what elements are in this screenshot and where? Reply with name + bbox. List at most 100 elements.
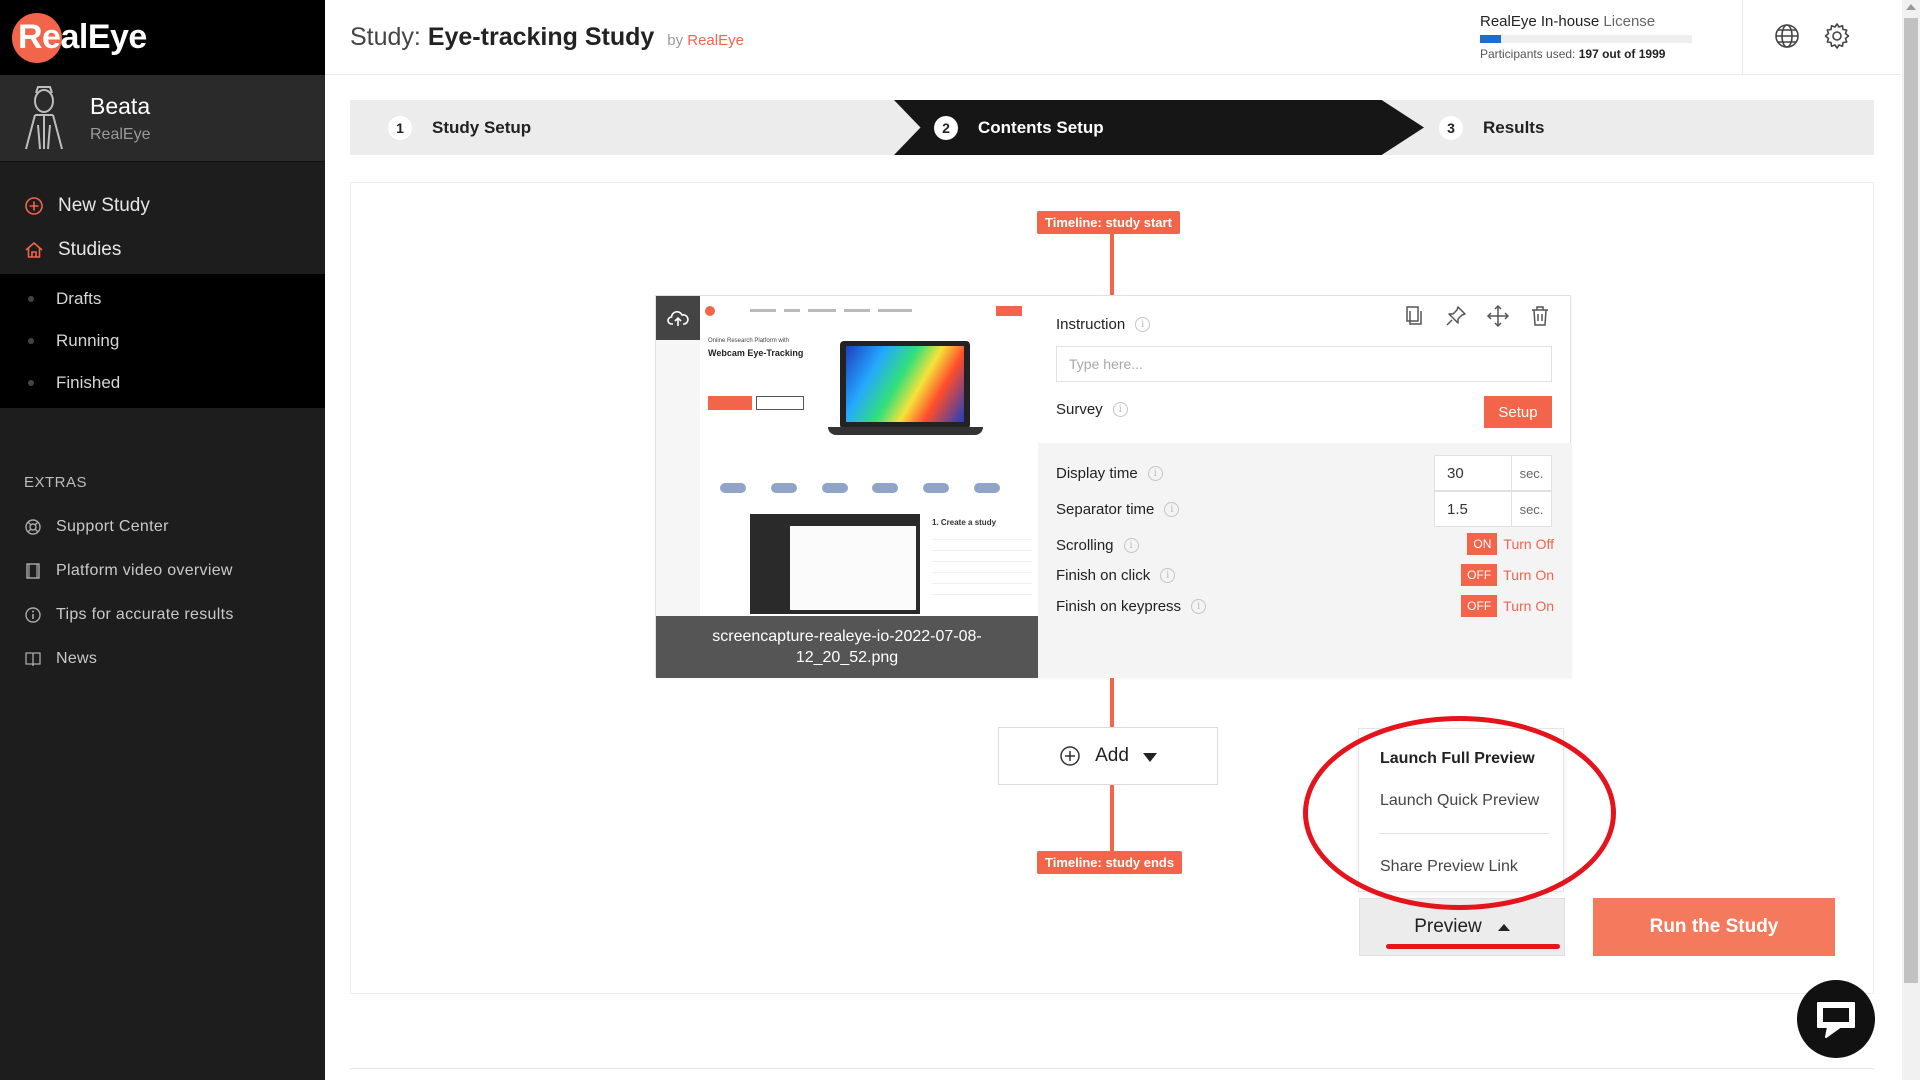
mock-list-row: [932, 542, 1032, 551]
license-title: RealEye In-house License: [1480, 13, 1695, 30]
step-study-setup[interactable]: 1 Study Setup: [388, 100, 531, 155]
sidebar-item-running[interactable]: Running: [0, 320, 325, 362]
timeline-end-tag: Timeline: study ends: [1037, 851, 1183, 874]
info-icon[interactable]: i: [1160, 568, 1176, 583]
menu-item-launch-full-preview[interactable]: Launch Full Preview: [1380, 750, 1535, 768]
mock-laptop: [840, 341, 970, 429]
move-icon[interactable]: [1486, 304, 1510, 328]
timeline-connector: [1110, 785, 1114, 851]
sidebar-item-finished[interactable]: Finished: [0, 362, 325, 404]
extra-support-center[interactable]: Support Center: [0, 505, 325, 549]
book-icon: [24, 650, 42, 668]
nav-new-study-label: New Study: [58, 195, 150, 216]
info-icon[interactable]: i: [1147, 466, 1163, 481]
top-header: Study: Eye-tracking Study by RealEye Rea…: [325, 0, 1900, 75]
sidebar-item-label: Finished: [56, 373, 121, 392]
finish-keypress-toggle[interactable]: OFF Turn On: [1461, 595, 1554, 617]
mock-list-title: 1. Create a study: [932, 518, 997, 527]
content-thumbnail[interactable]: Online Research Platform with Webcam Eye…: [656, 296, 1038, 678]
mock-logo: [923, 483, 950, 493]
preview-button[interactable]: Preview: [1359, 898, 1565, 956]
header-divider: [1742, 0, 1743, 75]
display-time-input[interactable]: [1434, 455, 1512, 491]
extra-tips[interactable]: Tips for accurate results: [0, 593, 325, 637]
info-icon[interactable]: i: [1123, 538, 1139, 553]
content-filename: screencapture-realeye-io-2022-07-08-12_2…: [656, 616, 1038, 678]
step-number: 2: [934, 115, 958, 140]
page-bottom-divider: [350, 1068, 1874, 1069]
separator-time-input[interactable]: [1434, 491, 1512, 527]
page-scrollbar[interactable]: [1902, 0, 1920, 1080]
step-contents-setup[interactable]: 2 Contents Setup: [934, 100, 1104, 155]
cloud-upload-icon[interactable]: [656, 296, 700, 340]
extra-news[interactable]: News: [0, 637, 325, 681]
step-label: Contents Setup: [978, 117, 1104, 137]
display-time-label: Display time i: [1056, 465, 1163, 482]
scrolling-label: Scrolling i: [1056, 537, 1139, 554]
nav-studies[interactable]: Studies: [0, 228, 325, 272]
scrollbar-thumb[interactable]: [1904, 18, 1918, 983]
separator-time-label: Separator time i: [1056, 501, 1180, 518]
toggle-action[interactable]: Turn Off: [1503, 536, 1554, 552]
license-word: License: [1603, 13, 1656, 30]
mock-list-row: [932, 586, 1032, 595]
mock-laptop-base: [828, 427, 983, 435]
toggle-action[interactable]: Turn On: [1503, 567, 1554, 583]
finish-click-label: Finish on click i: [1056, 567, 1176, 584]
scrolling-toggle[interactable]: ON Turn Off: [1467, 533, 1554, 555]
run-study-button[interactable]: Run the Study: [1593, 898, 1835, 956]
add-content-button[interactable]: Add: [998, 727, 1218, 785]
info-icon[interactable]: i: [1164, 502, 1180, 517]
trash-icon[interactable]: [1528, 304, 1552, 328]
step-results[interactable]: 3 Results: [1439, 100, 1544, 155]
toggle-state: ON: [1467, 533, 1498, 555]
copy-icon[interactable]: [1402, 304, 1426, 328]
mock-app-panel: [790, 526, 916, 610]
realeye-logo[interactable]: RealEye: [12, 11, 147, 65]
sidebar-item-label: Running: [56, 331, 120, 350]
license-info: RealEye In-house License Participants us…: [1480, 13, 1695, 61]
chat-support-button[interactable]: [1797, 980, 1875, 1058]
mock-list-row: [932, 531, 1032, 540]
extras-list: Support Center Platform video overview T…: [0, 505, 325, 681]
menu-item-share-preview-link[interactable]: Share Preview Link: [1380, 858, 1518, 876]
participants-value: 197 out of 1999: [1578, 47, 1666, 61]
finish-click-toggle[interactable]: OFF Turn On: [1461, 564, 1554, 586]
scroll-up-arrow-icon[interactable]: [1906, 4, 1916, 10]
toggle-action[interactable]: Turn On: [1503, 598, 1554, 614]
mock-subheading: Online Research Platform with: [708, 338, 790, 344]
globe-icon[interactable]: [1773, 22, 1801, 50]
study-name[interactable]: Eye-tracking Study: [428, 23, 654, 51]
preview-label: Preview: [1414, 916, 1482, 937]
info-icon[interactable]: i: [1135, 317, 1151, 332]
sidebar-item-drafts[interactable]: Drafts: [0, 278, 325, 320]
preview-dropdown-menu: Launch Full Preview Launch Quick Preview…: [1358, 728, 1564, 892]
extra-platform-video[interactable]: Platform video overview: [0, 549, 325, 593]
studies-sublist: Drafts Running Finished: [0, 274, 325, 408]
nav-new-study[interactable]: New Study: [0, 184, 325, 228]
license-usage-fill: [1480, 35, 1501, 43]
user-avatar-icon: [25, 86, 63, 150]
participants-label: Participants used:: [1480, 47, 1576, 61]
screenshot-preview: Online Research Platform with Webcam Eye…: [700, 296, 1038, 626]
study-by-brand: RealEye: [687, 32, 744, 49]
info-icon[interactable]: i: [1191, 599, 1207, 614]
pin-icon[interactable]: [1444, 304, 1468, 328]
gear-icon[interactable]: [1823, 22, 1851, 50]
nav-main: New Study Studies Drafts Running Finishe…: [0, 162, 325, 408]
display-time-unit: sec.: [1512, 455, 1552, 491]
mock-button-outline: [756, 396, 804, 410]
step-number: 3: [1439, 115, 1463, 140]
page-title: Study: Eye-tracking Study by RealEye: [350, 23, 744, 52]
survey-setup-button[interactable]: Setup: [1484, 396, 1552, 428]
user-block[interactable]: Beata RealEye: [0, 75, 325, 162]
bullet-icon: [28, 296, 34, 302]
info-icon[interactable]: i: [1112, 402, 1128, 417]
study-by-word: by: [667, 32, 684, 49]
plus-circle-icon: [24, 196, 44, 216]
mock-logo: [770, 483, 797, 493]
study-timeline-canvas: Timeline: study start Timeline: study en…: [350, 182, 1874, 994]
toggle-state: OFF: [1461, 595, 1498, 617]
instruction-input[interactable]: [1056, 346, 1552, 382]
menu-item-launch-quick-preview[interactable]: Launch Quick Preview: [1380, 792, 1539, 810]
